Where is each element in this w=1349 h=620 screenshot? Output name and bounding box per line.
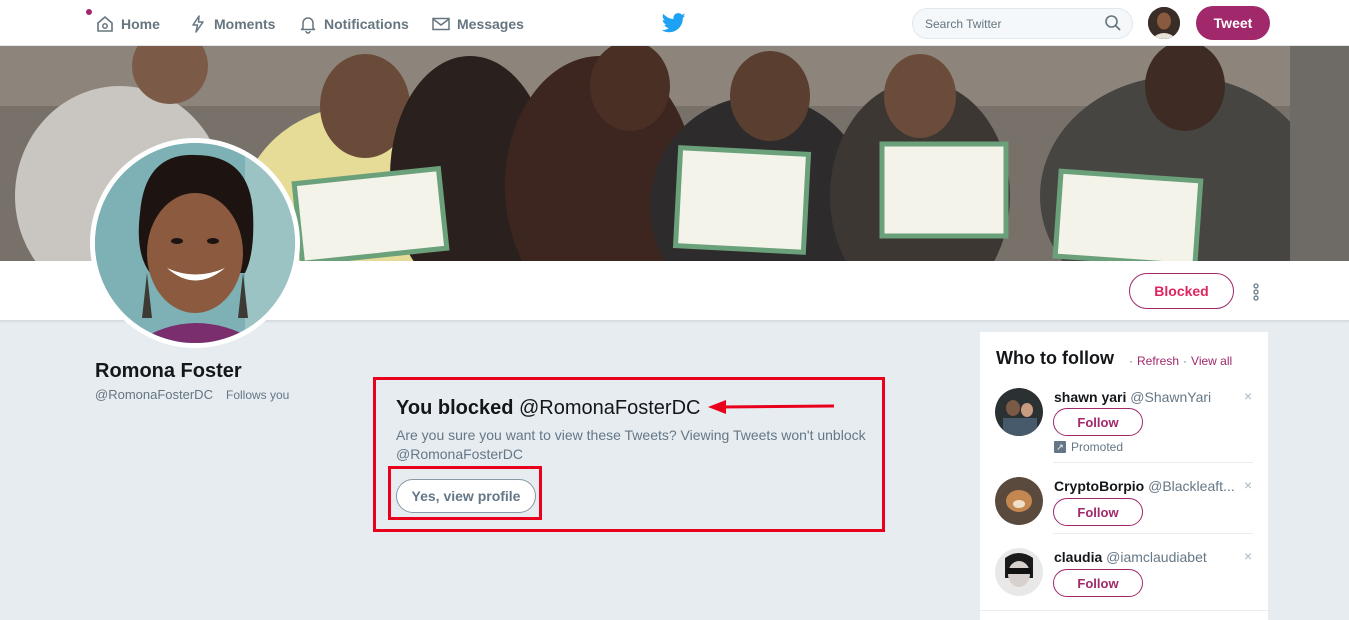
profile-name: Romona Foster [95, 360, 242, 382]
follow-button[interactable]: Follow [1053, 408, 1143, 436]
who-to-follow-panel: Who to follow · Refresh · View all shawn ya… [980, 332, 1268, 620]
dismiss-icon[interactable]: × [1244, 388, 1252, 404]
profile-avatar[interactable] [90, 138, 300, 348]
more-options-icon[interactable] [1251, 282, 1261, 302]
user-name[interactable]: CryptoBorpio @Blackleaft... [1054, 478, 1235, 494]
nav-messages[interactable]: Messages [431, 14, 524, 34]
follow-button[interactable]: Follow [1053, 498, 1143, 526]
who-to-follow-links: · Refresh · View all [1125, 354, 1232, 368]
blocked-title-bold: You blocked [396, 397, 514, 419]
notification-dot [86, 9, 92, 15]
profile-avatar-image [95, 143, 295, 343]
account-avatar[interactable] [1148, 7, 1180, 39]
blocked-title: You blocked @RomonaFosterDC [396, 397, 700, 420]
nav-notifications-label: Notifications [324, 16, 409, 32]
user-avatar-image [995, 477, 1043, 525]
dismiss-icon[interactable]: × [1244, 477, 1252, 493]
follows-you-badge: Follows you [226, 388, 290, 402]
promoted-icon: ↗ [1054, 441, 1066, 453]
blocked-title-handle: @RomonaFosterDC [518, 397, 701, 419]
annotation-arrow [708, 400, 835, 414]
user-display-name: claudia [1054, 549, 1103, 565]
divider [1053, 462, 1253, 463]
refresh-link[interactable]: Refresh [1137, 354, 1179, 368]
blocked-description: Are you sure you want to view these Twee… [396, 427, 866, 462]
nav-messages-label: Messages [457, 16, 524, 32]
nav-moments[interactable]: Moments [188, 14, 275, 34]
lightning-icon [192, 15, 204, 33]
dismiss-icon[interactable]: × [1244, 548, 1252, 564]
user-handle: @Blackleaft... [1148, 478, 1235, 494]
tweet-button[interactable]: Tweet [1196, 6, 1270, 40]
follow-button[interactable]: Follow [1053, 569, 1143, 597]
envelope-icon [432, 17, 450, 31]
nav-notifications[interactable]: Notifications [298, 14, 409, 34]
nav-home[interactable]: Home [95, 14, 160, 34]
user-avatar[interactable] [995, 388, 1043, 436]
user-display-name: CryptoBorpio [1054, 478, 1145, 494]
promoted-label: ↗ Promoted [1054, 440, 1123, 454]
user-avatar-image [995, 388, 1043, 436]
user-handle: @ShawnYari [1130, 389, 1212, 405]
user-avatar-image [995, 548, 1043, 596]
account-avatar-image [1148, 7, 1180, 39]
home-icon [97, 15, 113, 32]
twitter-bird-icon[interactable] [662, 12, 686, 34]
divider [1053, 533, 1253, 534]
promoted-text: Promoted [1071, 440, 1124, 454]
nav-moments-label: Moments [214, 16, 276, 32]
user-avatar[interactable] [995, 548, 1043, 596]
search-icon[interactable] [1104, 14, 1122, 32]
link-separator: · [1183, 354, 1188, 368]
who-to-follow-title: Who to follow [996, 348, 1114, 368]
profile-handle: @RomonaFosterDC [95, 387, 213, 402]
user-name[interactable]: shawn yari @ShawnYari [1054, 389, 1211, 405]
user-avatar[interactable] [995, 477, 1043, 525]
top-navigation: Home Moments Notifications Messages Twee… [0, 0, 1349, 46]
view-profile-button[interactable]: Yes, view profile [396, 479, 536, 513]
view-all-link[interactable]: View all [1191, 354, 1232, 368]
divider [980, 610, 1268, 611]
user-handle: @iamclaudiabet [1106, 549, 1207, 565]
search-input[interactable] [912, 8, 1133, 39]
user-display-name: shawn yari [1054, 389, 1127, 405]
user-name[interactable]: claudia @iamclaudiabet [1054, 549, 1207, 565]
nav-home-label: Home [121, 16, 160, 32]
link-separator: · [1129, 354, 1133, 368]
bell-icon [300, 17, 316, 34]
blocked-button[interactable]: Blocked [1129, 273, 1234, 309]
